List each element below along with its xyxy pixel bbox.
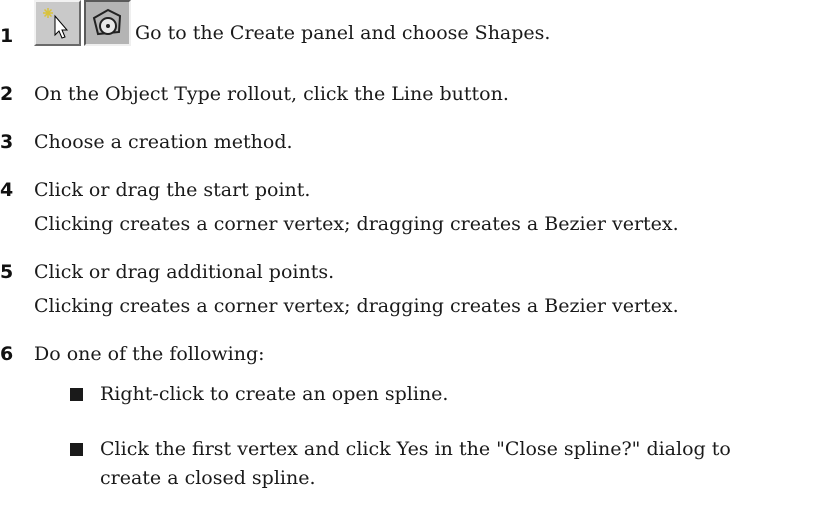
create-panel-icon <box>43 8 69 39</box>
shapes-icon <box>92 8 122 36</box>
step-detail: Clicking creates a corner vertex; draggi… <box>34 213 679 235</box>
bullet-text: create a closed spline. <box>100 467 316 489</box>
step-number: 2 <box>0 83 14 105</box>
step-text: Choose a creation method. <box>34 131 293 153</box>
step-number: 1 <box>0 25 14 47</box>
step-number: 3 <box>0 131 14 153</box>
step-number: 4 <box>0 179 14 201</box>
step-text: Click or drag additional points. <box>34 261 335 283</box>
step-detail: Clicking creates a corner vertex; draggi… <box>34 295 679 317</box>
step-number: 5 <box>0 261 14 283</box>
bullet-text: Click the first vertex and click Yes in … <box>100 438 731 460</box>
step-text: On the Object Type rollout, click the Li… <box>34 83 509 105</box>
create-panel-button[interactable] <box>34 0 81 46</box>
shapes-button[interactable] <box>84 0 131 46</box>
step-text: Do one of the following: <box>34 343 265 365</box>
step-text: Go to the Create panel and choose Shapes… <box>135 22 551 44</box>
square-bullet-icon <box>70 443 83 456</box>
step-number: 6 <box>0 343 14 365</box>
step-text: Click or drag the start point. <box>34 179 311 201</box>
bullet-text: Right-click to create an open spline. <box>100 383 449 405</box>
square-bullet-icon <box>70 388 83 401</box>
